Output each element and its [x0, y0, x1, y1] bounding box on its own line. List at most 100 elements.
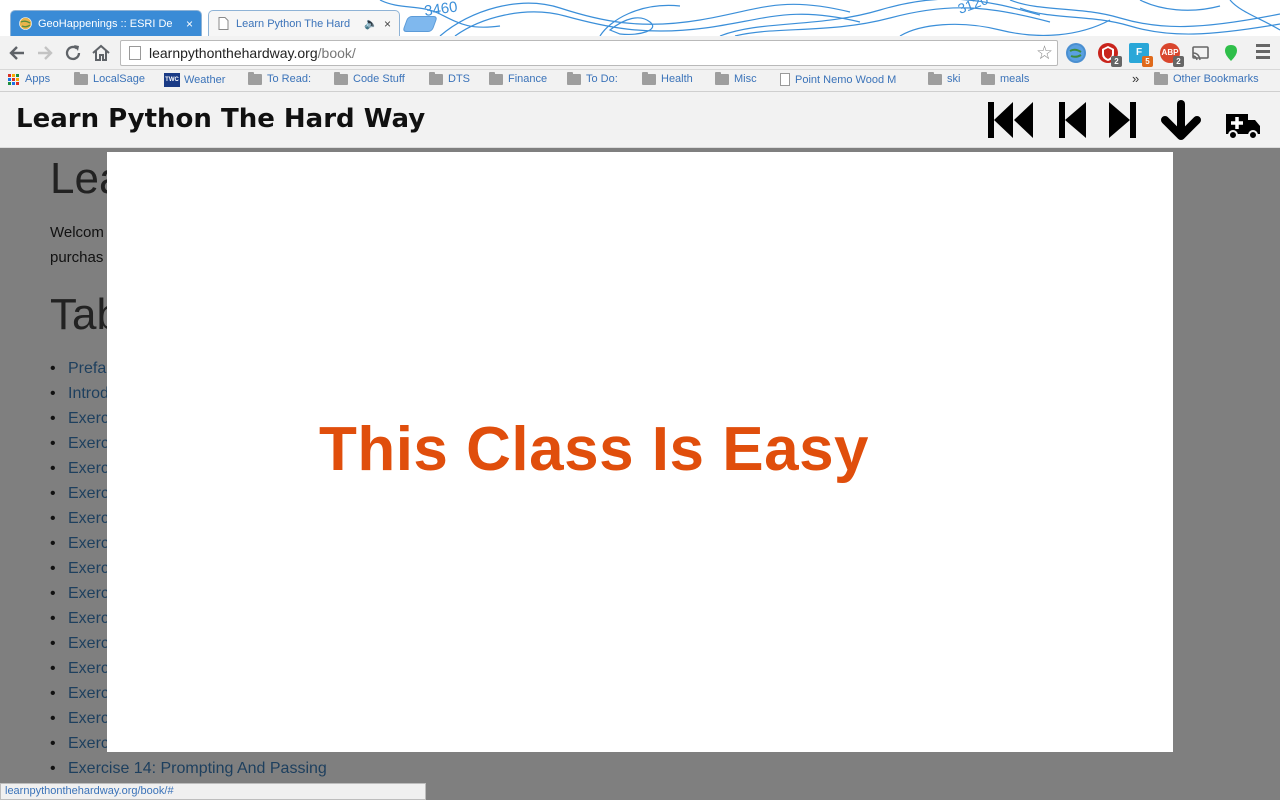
folder-icon	[248, 71, 262, 85]
ublock-extension-icon[interactable]: 2	[1098, 43, 1122, 67]
url-path: /book/	[317, 45, 356, 61]
video-overlay[interactable]: This Class Is Easy	[107, 152, 1173, 752]
folder-icon	[642, 71, 656, 85]
bookmark-code-stuff[interactable]: Code Stuff	[334, 71, 405, 85]
map-pin-extension-icon[interactable]	[1221, 43, 1241, 63]
bookmarks-overflow-button[interactable]: »	[1132, 71, 1139, 86]
first-page-button[interactable]	[985, 98, 1035, 142]
bookmark-meals[interactable]: meals	[981, 71, 1030, 85]
bookmark-label: DTS	[448, 73, 470, 85]
skip-to-start-icon	[988, 102, 1033, 138]
status-bar-url: learnpythonthehardway.org/book/#	[0, 783, 426, 800]
adblock-plus-extension-icon[interactable]: ABP 2	[1160, 43, 1184, 67]
page-icon	[217, 17, 230, 30]
forward-button[interactable]	[34, 42, 56, 64]
bookmark-to-read[interactable]: To Read:	[248, 71, 312, 85]
bookmark-label: Apps	[25, 73, 51, 85]
next-page-button[interactable]	[1104, 98, 1154, 142]
cast-icon[interactable]	[1190, 43, 1210, 63]
bookmark-health[interactable]: Health	[642, 71, 693, 85]
site-title[interactable]: Learn Python The Hard Way	[16, 104, 425, 134]
bookmark-label: Point Nemo Wood M	[795, 73, 897, 86]
new-tab-button[interactable]	[402, 16, 438, 32]
apps-grid-icon	[8, 73, 19, 85]
bookmark-point-nemo[interactable]: Point Nemo Wood M	[780, 73, 910, 86]
slide-title: This Class Is Easy	[318, 415, 870, 484]
arrow-right-icon	[38, 46, 53, 60]
folder-icon	[1154, 71, 1168, 85]
page-viewport: Lea Welcom purchas Tab Prefa Introd Exer…	[0, 92, 1280, 800]
site-header: Learn Python The Hard Way	[0, 92, 1280, 148]
bookmark-label: Other Bookmarks	[1173, 73, 1259, 85]
extension-badge: 2	[1173, 56, 1184, 67]
bookmark-to-do[interactable]: To Do:	[567, 71, 618, 85]
bookmark-apps[interactable]: Apps	[8, 73, 50, 85]
bookmark-label: To Read:	[267, 73, 312, 85]
menu-icon[interactable]	[1256, 44, 1270, 62]
document-icon	[780, 73, 790, 86]
intro-line: purchas	[50, 249, 104, 266]
previous-page-button[interactable]	[1054, 98, 1104, 142]
bookmark-label: Misc	[734, 73, 757, 85]
folder-icon	[567, 71, 581, 85]
next-icon	[1109, 102, 1136, 138]
feedly-extension-icon[interactable]: F 5	[1129, 43, 1153, 67]
tab-geohappenings[interactable]: GeoHappenings :: ESRI De ×	[10, 10, 202, 36]
bookmark-weather[interactable]: TWC Weather	[164, 73, 225, 87]
folder-icon	[429, 71, 443, 85]
previous-icon	[1059, 102, 1086, 138]
bookmark-label: Health	[661, 73, 693, 85]
speaker-icon: 🔈	[364, 18, 378, 30]
bookmark-label: ski	[947, 73, 961, 85]
bookmark-misc[interactable]: Misc	[715, 71, 757, 85]
close-icon[interactable]: ×	[186, 17, 193, 31]
intro-text: Welcom purchas	[50, 220, 104, 270]
extension-badge: 2	[1111, 56, 1122, 67]
folder-icon	[928, 71, 942, 85]
reload-icon	[65, 45, 81, 61]
browser-toolbar: learnpythonthehardway.org/book/ ☆ 2 F 5 …	[0, 36, 1280, 70]
folder-icon	[334, 71, 348, 85]
url-host: learnpythonthehardway.org	[149, 45, 318, 61]
bookmark-label: Weather	[184, 74, 226, 86]
folder-icon	[74, 71, 88, 85]
folder-icon	[489, 71, 503, 85]
tab-title: Learn Python The Hard	[236, 17, 351, 30]
bookmark-dts[interactable]: DTS	[429, 71, 470, 85]
toc-link[interactable]: Exercise 14: Prompting And Passing	[50, 756, 327, 781]
folder-icon	[981, 71, 995, 85]
bookmark-label: Finance	[508, 73, 548, 85]
globe-icon	[19, 17, 32, 30]
folder-icon	[715, 71, 729, 85]
extension-badge: 5	[1142, 56, 1153, 67]
bookmark-label: LocalSage	[93, 73, 145, 85]
tab-title: GeoHappenings :: ESRI De	[38, 17, 173, 30]
bookmark-label: To Do:	[586, 73, 618, 85]
tab-strip: 3460 3120 GeoHappenings :: ESRI De × Lea…	[0, 0, 1280, 36]
topo-label: 3120	[956, 0, 991, 17]
bookmarks-bar: Apps LocalSage TWC Weather To Read: Code …	[0, 70, 1280, 92]
back-button[interactable]	[6, 42, 28, 64]
bookmark-finance[interactable]: Finance	[489, 71, 548, 85]
bookmark-localsage[interactable]: LocalSage	[74, 71, 145, 85]
address-bar[interactable]: learnpythonthehardway.org/book/ ☆	[120, 40, 1058, 66]
bookmark-label: meals	[1000, 73, 1030, 85]
home-button[interactable]	[90, 42, 112, 64]
intro-line: Welcom	[50, 224, 104, 241]
close-icon[interactable]: ×	[384, 17, 391, 31]
page-icon	[129, 46, 141, 60]
arrow-down-icon	[1161, 100, 1201, 140]
arrow-left-icon	[9, 46, 24, 60]
bookmark-other-bookmarks[interactable]: Other Bookmarks	[1154, 71, 1259, 85]
globe-extension-icon[interactable]	[1066, 43, 1086, 63]
reload-button[interactable]	[62, 42, 84, 64]
bookmark-star-icon[interactable]: ☆	[1036, 42, 1053, 65]
help-button[interactable]	[1222, 98, 1272, 142]
browser-window: 3460 3120 GeoHappenings :: ESRI De × Lea…	[0, 0, 1280, 800]
tab-learn-python[interactable]: Learn Python The Hard 🔈 ×	[208, 10, 400, 36]
download-button[interactable]	[1157, 98, 1207, 142]
bookmark-label: Code Stuff	[353, 73, 405, 85]
ambulance-icon	[1226, 114, 1260, 140]
home-icon	[92, 44, 110, 61]
bookmark-ski[interactable]: ski	[928, 71, 961, 85]
